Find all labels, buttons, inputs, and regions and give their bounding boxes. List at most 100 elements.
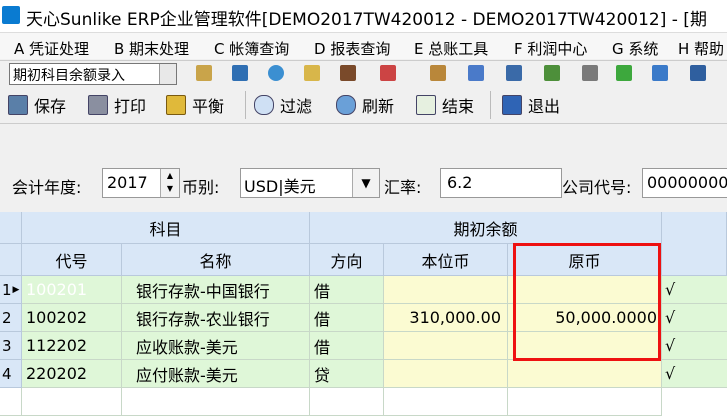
group-header-subject: 科目 [22,212,310,244]
window-title: 天心Sunlike ERP企业管理软件[DEMO2017TW420012 - D… [26,10,707,30]
year-stepper[interactable]: 2017 ▲ ▼ [102,168,180,198]
menu-period-end[interactable]: B 期末处理 [114,38,189,59]
empty-cell [0,388,22,416]
empty-cell [122,388,310,416]
table-cell-name[interactable]: 银行存款-中国银行 [122,276,310,304]
window-icon[interactable] [690,65,706,81]
rate-value: 6.2 [447,173,473,192]
corner-header [0,212,22,244]
table-cell-local[interactable] [384,276,508,304]
filter-button[interactable]: 过滤 [254,93,312,117]
folder-icon[interactable] [304,65,320,81]
row-number[interactable]: 3 [0,332,22,360]
currency-select[interactable]: USD|美元 ▼ [240,168,380,198]
table-cell-local[interactable]: 310,000.00 [384,304,508,332]
briefcase-icon[interactable] [340,65,356,81]
table-cell-check[interactable]: √ [662,332,727,360]
table-cell-name[interactable]: 银行存款-农业银行 [122,304,310,332]
calculator-icon[interactable] [544,65,560,81]
toolbar-divider [490,91,491,119]
window-select[interactable]: 期初科目余额录入 [9,63,177,85]
table-cell-name[interactable]: 应付账款-美元 [122,360,310,388]
save-icon [8,95,28,115]
column-header-local-currency[interactable]: 本位币 [384,244,508,276]
table-cell-direction[interactable]: 借 [310,276,384,304]
home-icon[interactable] [380,65,396,81]
save-button[interactable]: 保存 [8,93,66,117]
menu-gl-tools[interactable]: E 总账工具 [414,38,488,59]
menu-system[interactable]: G 系统 [612,38,658,59]
monitor-icon[interactable] [232,65,248,81]
currency-value: USD|美元 [244,177,316,196]
rownum-header [0,244,22,276]
column-header-direction[interactable]: 方向 [310,244,384,276]
table-cell-local[interactable] [384,332,508,360]
year-value: 2017 [107,173,148,192]
dollar-icon[interactable] [616,65,632,81]
company-label: 公司代号: [562,178,632,197]
table-cell-direction[interactable]: 借 [310,332,384,360]
menu-help[interactable]: H 帮助 [678,38,724,59]
chevron-down-icon[interactable] [159,64,176,84]
scale-icon [166,95,186,115]
document-icon[interactable] [196,65,212,81]
print-button[interactable]: 打印 [88,93,146,117]
close-icon [502,95,522,115]
menu-voucher[interactable]: A 凭证处理 [14,38,89,59]
table-cell-code[interactable]: 112202 [22,332,122,360]
checkbox-icon [416,95,436,115]
menu-bar: A 凭证处理 B 期末处理 C 帐簿查询 D 报表查询 E 总账工具 F 利润中… [0,33,727,59]
table-cell-check[interactable]: √ [662,304,727,332]
action-toolbar: 保存 打印 平衡 过滤 刷新 结束 退出 [0,87,727,124]
refresh-button[interactable]: 刷新 [336,93,394,117]
finish-label: 结束 [442,97,475,116]
table-cell-foreign[interactable] [508,360,662,388]
menu-report-query[interactable]: D 报表查询 [314,38,390,59]
table-cell-name[interactable]: 应收账款-美元 [122,332,310,360]
rate-label: 汇率: [384,178,422,197]
print-label: 打印 [114,97,147,116]
refresh-label: 刷新 [362,97,395,116]
column-header-name[interactable]: 名称 [122,244,310,276]
people-icon[interactable] [430,65,446,81]
stepper-arrows-icon[interactable]: ▲ ▼ [160,169,179,197]
toolbar-divider [245,91,246,119]
chart-icon[interactable] [468,65,484,81]
quick-toolbar: 期初科目余额录入 [0,60,727,88]
menu-profit-center[interactable]: F 利润中心 [514,38,587,59]
printer-icon [88,95,108,115]
year-label: 会计年度: [12,178,82,197]
globe-icon[interactable] [268,65,284,81]
card-icon[interactable] [652,65,668,81]
company-value: 00000000 [647,173,727,192]
book-icon[interactable] [506,65,522,81]
filter-label: 过滤 [280,97,313,116]
table-cell-check[interactable]: √ [662,276,727,304]
menu-ledger-query[interactable]: C 帐簿查询 [214,38,289,59]
empty-cell [310,388,384,416]
table-cell-direction[interactable]: 借 [310,304,384,332]
app-icon [2,6,20,24]
empty-cell [22,388,122,416]
column-header-code[interactable]: 代号 [22,244,122,276]
row-number[interactable]: 2 [0,304,22,332]
rate-field[interactable]: 6.2 [440,168,562,198]
row-pointer-icon: ▶ [12,284,20,295]
empty-cell [384,388,508,416]
table-cell-code[interactable]: 100201 [22,276,122,304]
finish-button[interactable]: 结束 [416,93,474,117]
table-cell-local[interactable] [384,360,508,388]
exit-button[interactable]: 退出 [502,93,560,117]
row-number[interactable]: 4 [0,360,22,388]
grid-icon[interactable] [582,65,598,81]
table-cell-code[interactable]: 100202 [22,304,122,332]
table-cell-direction[interactable]: 贷 [310,360,384,388]
table-cell-code[interactable]: 220202 [22,360,122,388]
balance-button[interactable]: 平衡 [166,93,224,117]
table-cell-check[interactable]: √ [662,360,727,388]
save-label: 保存 [34,97,67,116]
magnifier-icon [254,95,274,115]
company-field[interactable]: 00000000 [642,168,727,198]
chevron-down-icon[interactable]: ▼ [352,169,379,197]
row-number[interactable]: 1 ▶ [0,276,22,304]
